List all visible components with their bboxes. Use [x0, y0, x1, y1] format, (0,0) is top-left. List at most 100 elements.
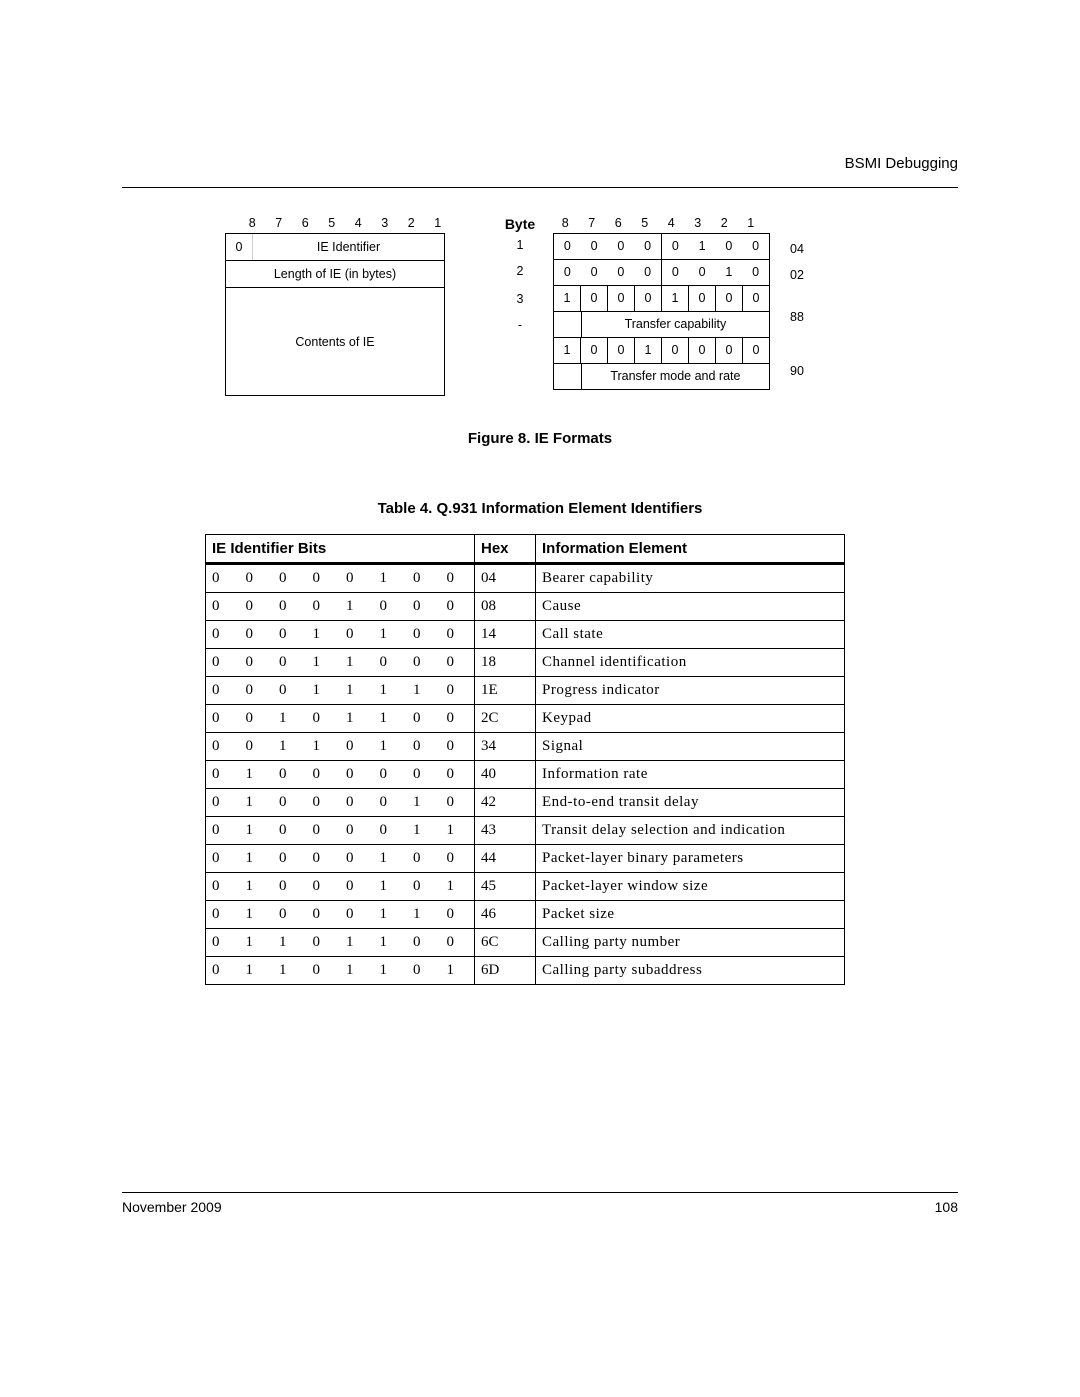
bit-label: 5 [319, 216, 346, 230]
bit-cell: 0 [373, 761, 406, 789]
bit-cell: 1 [340, 677, 373, 705]
bit-cell: 1 [373, 621, 406, 649]
bit-cell: 1 [407, 677, 440, 705]
bit-cell: 0 [240, 621, 273, 649]
footer-date: November 2009 [122, 1199, 222, 1215]
table-row: 0100010145Packet-layer window size [206, 873, 845, 901]
bit-label: 3 [685, 216, 712, 230]
bit-cell: 1 [273, 733, 306, 761]
hex-cell: 18 [475, 649, 536, 677]
bit-cell: 0 [307, 789, 340, 817]
table-row: 001011002CKeypad [206, 705, 845, 733]
bit-label: 8 [239, 216, 266, 230]
table-caption: Table 4. Q.931 Information Element Ident… [0, 500, 1080, 517]
bit-row: 00000010 [554, 260, 769, 286]
bit-label: 7 [579, 216, 606, 230]
name-cell: Packet size [536, 901, 845, 929]
bit-cell: 0 [240, 593, 273, 621]
table-row: 000111101EProgress indicator [206, 677, 845, 705]
bit-cell: 0 [307, 593, 340, 621]
bit-cell: 0 [240, 677, 273, 705]
bit-row: 10010000 [554, 338, 769, 364]
byte-num: 3 [490, 286, 550, 312]
bit-cell: 0 [440, 789, 474, 817]
bit-cell: 0 [407, 845, 440, 873]
bit-cell: 1 [273, 957, 306, 985]
bit-cell: 0 [407, 761, 440, 789]
bit-cell: 0 [307, 761, 340, 789]
hex-cell: 6D [475, 957, 536, 985]
bit-cell: 0 [206, 733, 240, 761]
bit-cell: 0 [440, 901, 474, 929]
hex-cell: 1E [475, 677, 536, 705]
hex-cell: 46 [475, 901, 536, 929]
bit-cell: 0 [440, 929, 474, 957]
table-row: 0100000040Information rate [206, 761, 845, 789]
bit-cell: 1 [240, 761, 273, 789]
bit-cell: 0 [340, 845, 373, 873]
bit-cell: 0 [206, 845, 240, 873]
bit-cell: 0 [440, 761, 474, 789]
bit-cell: 0 [206, 901, 240, 929]
bit-cell: 0 [307, 929, 340, 957]
bit-cell: 1 [307, 649, 340, 677]
footer-page: 108 [935, 1199, 958, 1215]
bit-cell: 0 [407, 593, 440, 621]
bit-cell: 0 [407, 621, 440, 649]
bit-cell: 1 [307, 677, 340, 705]
bit-cell: 0 [407, 733, 440, 761]
bit-cell: 1 [240, 817, 273, 845]
bit-cell: 1 [340, 649, 373, 677]
bit-cell: 0 [206, 761, 240, 789]
hex-value: 04 [782, 236, 812, 262]
bit-cell: 1 [373, 901, 406, 929]
bit-cell: 0 [373, 817, 406, 845]
ie-identifiers-table: IE Identifier Bits Hex Information Eleme… [205, 534, 845, 985]
bit-cell: 1 [373, 873, 406, 901]
bit-cell: 0 [340, 789, 373, 817]
bit-row: 10001000 [554, 286, 769, 312]
bit-cell: 0 [307, 705, 340, 733]
bit-cell: 0 [307, 817, 340, 845]
bit-cell: 0 [273, 817, 306, 845]
bit-cell: 0 [206, 677, 240, 705]
table-row: 0001100018Channel identification [206, 649, 845, 677]
bit-cell: 0 [440, 593, 474, 621]
bit-cell: 1 [373, 705, 406, 733]
bit-cell: 1 [373, 845, 406, 873]
bit-cell: 0 [440, 705, 474, 733]
bit-cell: 0 [407, 873, 440, 901]
name-cell: Cause [536, 593, 845, 621]
col-header-name: Information Element [536, 535, 845, 564]
bit-label: 1 [738, 216, 765, 230]
bit-cell: 1 [307, 621, 340, 649]
hex-cell: 6C [475, 929, 536, 957]
hex-cell: 14 [475, 621, 536, 649]
bit-cell: 0 [206, 564, 240, 593]
bit-cell: 1 [407, 817, 440, 845]
table-row: 0000010004Bearer capability [206, 564, 845, 593]
bit-cell: 1 [340, 593, 373, 621]
bit-cell: 1 [340, 705, 373, 733]
bit-label: 6 [605, 216, 632, 230]
hex-cell: 43 [475, 817, 536, 845]
bit-cell: 0 [440, 564, 474, 593]
table-row: 0001010014Call state [206, 621, 845, 649]
byte-column: Byte 1 2 3 - [490, 216, 550, 338]
bit-cell: 1 [240, 957, 273, 985]
table-row: 0100001042End-to-end transit delay [206, 789, 845, 817]
bit-cell: 0 [340, 621, 373, 649]
bit-label: 6 [292, 216, 319, 230]
bit-cell: 0 [440, 621, 474, 649]
ie-format-left-box: 8 7 6 5 4 3 2 1 0 IE Identifier Length o… [225, 216, 455, 396]
bit-cell: 0 [273, 761, 306, 789]
table-row: 0100001143Transit delay selection and in… [206, 817, 845, 845]
bit-sub-row: Transfer capability [554, 312, 769, 338]
hex-column: 04 02 88 90 [782, 236, 812, 384]
hex-value: 88 [782, 304, 812, 330]
bit-cell: 0 [373, 789, 406, 817]
hex-value: 02 [782, 262, 812, 288]
bit-label: 4 [658, 216, 685, 230]
hex-cell: 44 [475, 845, 536, 873]
bit-cell: 0 [206, 649, 240, 677]
